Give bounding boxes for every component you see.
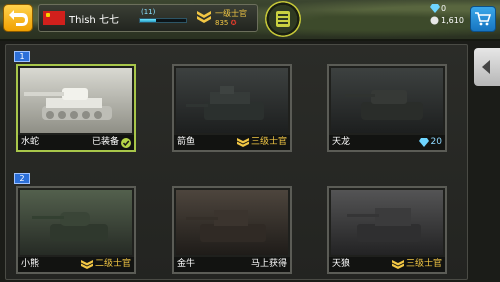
diamond-icon: [430, 4, 440, 13]
tank-name: 天狼: [332, 259, 351, 269]
diamond-count: 0: [441, 4, 447, 13]
tank-status: 二级士官: [94, 259, 131, 269]
ammo-icon: [276, 11, 290, 27]
diamond-icon: [418, 138, 429, 147]
chevron-left-icon: [482, 60, 490, 74]
tank-name: 小熊: [21, 259, 40, 269]
tank-caption: 水蛇 已装备: [18, 135, 134, 150]
tank-card-swordfish[interactable]: 箭鱼 三级士官: [172, 64, 292, 152]
rank-chevron-icon: [197, 11, 211, 23]
group-badge-2: 2: [14, 173, 30, 184]
coin-count: 1,610: [441, 16, 464, 25]
tank-image: [331, 190, 443, 255]
tank-card-little-bear[interactable]: 小熊 二级士官: [16, 186, 136, 274]
tank-name: 天龙: [332, 137, 351, 147]
xp-progress-bar: [139, 18, 187, 23]
tank-card-taurus[interactable]: 金牛 马上获得: [172, 186, 292, 274]
player-level: (11): [141, 8, 156, 16]
tank-image: [176, 190, 288, 255]
side-panel-toggle[interactable]: [474, 48, 500, 86]
player-name: Thish 七七: [69, 15, 119, 26]
tank-price: 20: [430, 137, 442, 147]
tank-image: [331, 68, 443, 133]
xp-progress-fill: [140, 19, 157, 22]
tank-caption: 天龙 20: [329, 135, 445, 150]
back-button[interactable]: [3, 4, 33, 32]
tank-caption: 小熊 二级士官: [18, 257, 134, 272]
tank-caption: 金牛 马上获得: [174, 257, 290, 272]
rank-title: 一级士官: [215, 9, 247, 18]
rank-chevron-icon: [80, 260, 93, 269]
rank-chevron-icon: [391, 260, 404, 269]
tank-icon: [32, 212, 108, 241]
tank-status: 马上获得: [250, 259, 287, 269]
tank-image: [20, 190, 132, 255]
tank-image: [176, 68, 288, 133]
tank-icon: [24, 88, 112, 120]
tank-card-sirius[interactable]: 天狼 三级士官: [327, 186, 447, 274]
tank-image: [20, 68, 132, 133]
tank-card-sky-dragon[interactable]: 天龙 20: [327, 64, 447, 152]
back-arrow-icon: [9, 10, 28, 26]
group-badge-1: 1: [14, 51, 30, 62]
cart-icon: [475, 12, 491, 26]
tank-icon: [186, 210, 266, 242]
tank-card-water-snake[interactable]: 水蛇 已装备: [16, 64, 136, 152]
rank-chevron-icon: [236, 138, 249, 147]
flag-icon: [43, 11, 65, 25]
tank-status: 已装备: [91, 137, 119, 147]
tank-icon: [186, 86, 264, 120]
check-icon: [121, 137, 131, 148]
rank-points: 835 ✪: [215, 19, 237, 27]
top-bar: Thish 七七 (11) 一级士官 835 ✪ 0 1,610: [0, 0, 500, 41]
tank-icon: [347, 208, 421, 242]
tank-caption: 天狼 三级士官: [329, 257, 445, 272]
tank-icon: [345, 90, 423, 120]
tank-name: 水蛇: [21, 137, 40, 147]
tank-status: 三级士官: [405, 259, 442, 269]
tank-status: 三级士官: [250, 137, 287, 147]
ammo-button[interactable]: [265, 1, 301, 37]
tank-caption: 箭鱼 三级士官: [174, 135, 290, 150]
player-info-panel: Thish 七七 (11) 一级士官 835 ✪: [38, 4, 258, 32]
tank-name: 金牛: [177, 259, 196, 269]
shop-button[interactable]: [470, 6, 496, 32]
coin-icon: [430, 16, 439, 25]
tank-name: 箭鱼: [177, 137, 196, 147]
